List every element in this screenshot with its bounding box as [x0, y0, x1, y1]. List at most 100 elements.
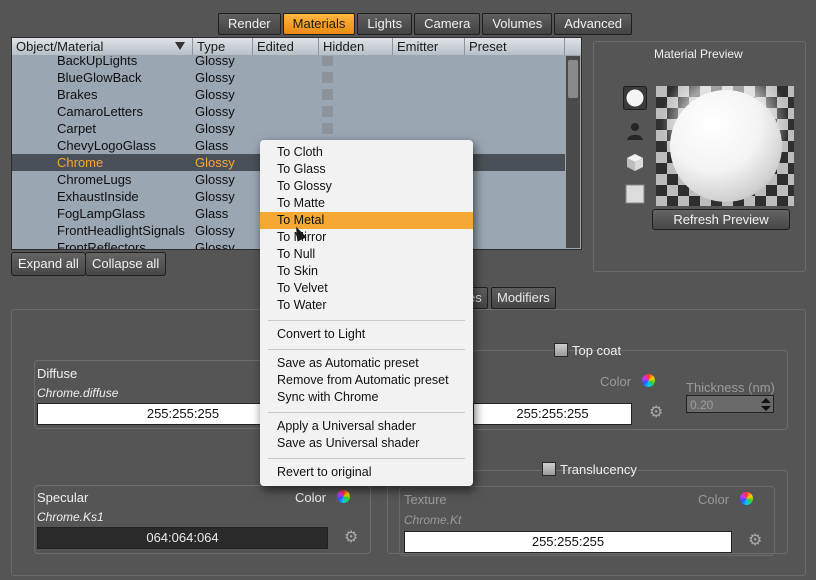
- menu-item-to-null[interactable]: To Null: [260, 246, 473, 263]
- table-row[interactable]: CamaroLetters Glossy: [12, 103, 565, 120]
- thickness-spinbox[interactable]: 0.20: [686, 395, 774, 413]
- material-preview-image: [656, 86, 794, 206]
- menu-item-to-glass[interactable]: To Glass: [260, 161, 473, 178]
- context-menu: To Cloth To Glass To Glossy To Matte To …: [260, 140, 473, 486]
- row-type: Glossy: [195, 172, 235, 187]
- table-scrollbar[interactable]: [566, 56, 580, 248]
- topcoat-label: Top coat: [572, 343, 622, 358]
- menu-item-apply-universal-shader[interactable]: Apply a Universal shader: [260, 418, 473, 435]
- translucency-param: Chrome.Kt: [404, 513, 462, 527]
- gear-icon[interactable]: ⚙: [748, 533, 762, 549]
- row-type: Glossy: [195, 70, 235, 85]
- column-edited[interactable]: Edited: [253, 38, 319, 55]
- texture-label: Texture: [404, 492, 447, 507]
- table-row[interactable]: BlueGlowBack Glossy: [12, 69, 565, 86]
- specular-value-field[interactable]: 064:064:064: [37, 527, 328, 549]
- menu-item-revert-to-original[interactable]: Revert to original: [260, 464, 473, 481]
- tab-lights[interactable]: Lights: [357, 13, 413, 35]
- row-name: Brakes: [57, 87, 98, 102]
- menu-item-sync-with-chrome[interactable]: Sync with Chrome: [260, 389, 473, 406]
- column-preset[interactable]: Preset: [465, 38, 565, 55]
- scrollbar-thumb[interactable]: [568, 60, 578, 98]
- menu-separator: [268, 458, 465, 459]
- tab-modifiers[interactable]: Modifiers: [491, 287, 556, 309]
- stepper-icon[interactable]: [761, 398, 771, 411]
- gear-icon[interactable]: ⚙: [344, 530, 358, 546]
- sort-arrow-icon[interactable]: [175, 42, 185, 50]
- topcoat-checkbox[interactable]: [554, 343, 568, 357]
- row-name: FrontReflectors: [57, 240, 146, 249]
- row-type: Glossy: [195, 121, 235, 136]
- material-preview-title: Material Preview: [654, 47, 743, 61]
- row-name: Chrome: [57, 155, 104, 170]
- menu-item-to-glossy[interactable]: To Glossy: [260, 178, 473, 195]
- expand-all-button[interactable]: Expand all: [11, 252, 86, 276]
- menu-item-to-water[interactable]: To Water: [260, 297, 473, 314]
- diffuse-title: Diffuse: [37, 366, 78, 381]
- column-object-material[interactable]: Object/Material: [12, 38, 193, 55]
- hidden-checkbox[interactable]: [322, 106, 333, 117]
- table-row[interactable]: Brakes Glossy: [12, 86, 565, 103]
- color-wheel-icon[interactable]: [740, 492, 753, 505]
- figure-icon[interactable]: [623, 119, 647, 143]
- row-name: CamaroLetters: [57, 104, 143, 119]
- specular-title: Specular: [37, 490, 89, 505]
- menu-item-to-velvet[interactable]: To Velvet: [260, 280, 473, 297]
- topcoat-color-label: Color: [600, 374, 632, 389]
- main-tab-bar: Render Materials Lights Camera Volumes A…: [218, 13, 633, 35]
- tab-render[interactable]: Render: [218, 13, 281, 35]
- gear-icon[interactable]: ⚙: [649, 405, 663, 421]
- row-name: ChevyLogoGlass: [57, 138, 156, 153]
- thickness-value: 0.20: [690, 398, 714, 412]
- row-type: Glass: [195, 138, 229, 153]
- row-type: Glossy: [195, 56, 235, 68]
- collapse-all-button[interactable]: Collapse all: [85, 252, 167, 276]
- tab-materials[interactable]: Materials: [282, 13, 356, 35]
- sphere-icon[interactable]: [623, 86, 647, 110]
- tab-camera[interactable]: Camera: [414, 13, 481, 35]
- hidden-checkbox[interactable]: [322, 72, 333, 83]
- refresh-preview-button[interactable]: Refresh Preview: [652, 209, 790, 230]
- menu-separator: [268, 412, 465, 413]
- table-row[interactable]: BackUpLights Glossy: [12, 56, 565, 69]
- column-type[interactable]: Type: [193, 38, 253, 55]
- row-type: Glossy: [195, 240, 235, 249]
- hidden-checkbox[interactable]: [322, 56, 333, 66]
- translucency-checkbox[interactable]: [542, 462, 556, 476]
- tab-volumes[interactable]: Volumes: [482, 13, 553, 35]
- translucency-value-field[interactable]: 255:255:255: [404, 531, 732, 553]
- menu-item-save-universal-shader[interactable]: Save as Universal shader: [260, 435, 473, 452]
- row-type: Glass: [195, 206, 229, 221]
- thickness-label: Thickness (nm): [686, 380, 775, 395]
- menu-item-to-metal[interactable]: To Metal: [260, 212, 473, 229]
- column-hidden[interactable]: Hidden: [319, 38, 393, 55]
- hidden-checkbox[interactable]: [322, 123, 333, 134]
- row-name: BackUpLights: [57, 56, 138, 68]
- table-row[interactable]: Carpet Glossy: [12, 120, 565, 137]
- row-type: Glossy: [195, 104, 235, 119]
- hidden-checkbox[interactable]: [322, 89, 333, 100]
- menu-item-convert-to-light[interactable]: Convert to Light: [260, 326, 473, 343]
- row-name: BlueGlowBack: [57, 70, 142, 85]
- menu-item-to-cloth[interactable]: To Cloth: [260, 144, 473, 161]
- translucency-label: Translucency: [560, 462, 637, 477]
- color-wheel-icon[interactable]: [642, 374, 655, 387]
- row-name: FogLampGlass: [57, 206, 146, 221]
- menu-separator: [268, 349, 465, 350]
- row-type: Glossy: [195, 223, 235, 238]
- cube-icon[interactable]: [623, 150, 647, 174]
- color-wheel-icon[interactable]: [337, 490, 350, 503]
- tab-advanced[interactable]: Advanced: [554, 13, 633, 35]
- specular-color-label: Color: [295, 490, 327, 505]
- topcoat-value-field[interactable]: 255:255:255: [473, 403, 632, 425]
- menu-item-to-matte[interactable]: To Matte: [260, 195, 473, 212]
- translucency-color-label: Color: [698, 492, 730, 507]
- column-emitter[interactable]: Emitter: [393, 38, 465, 55]
- row-type: Glossy: [195, 87, 235, 102]
- menu-item-remove-automatic-preset[interactable]: Remove from Automatic preset: [260, 372, 473, 389]
- preview-sphere: [670, 90, 782, 202]
- table-header: Object/Material Type Edited Hidden Emitt…: [12, 38, 581, 55]
- plane-icon[interactable]: [623, 182, 647, 206]
- menu-item-to-skin[interactable]: To Skin: [260, 263, 473, 280]
- menu-item-save-automatic-preset[interactable]: Save as Automatic preset: [260, 355, 473, 372]
